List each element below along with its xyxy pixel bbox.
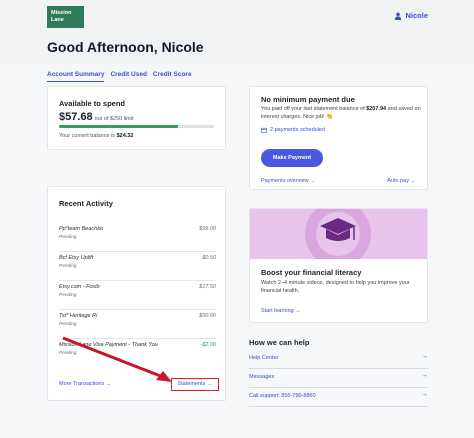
spend-amount-value: $57.68 xyxy=(59,111,93,123)
help-item-label: Messages xyxy=(249,374,275,380)
credit-usage-bar xyxy=(59,125,214,128)
arrow-right-icon: → xyxy=(206,381,213,387)
start-learning-link[interactable]: Start learning → xyxy=(261,308,301,314)
calendar-icon xyxy=(261,127,267,133)
mission-lane-logo[interactable]: Mission Lane xyxy=(47,6,84,28)
statements-label: Statements xyxy=(177,381,206,387)
payments-scheduled-link[interactable]: 2 payments scheduled xyxy=(261,127,325,133)
transaction-status: Pending xyxy=(59,235,77,240)
recent-activity-title: Recent Activity xyxy=(59,199,113,208)
literacy-title: Boost your financial literacy xyxy=(261,268,362,277)
arrow-right-icon: → xyxy=(310,178,316,184)
graduation-cap-icon xyxy=(305,209,371,259)
arrow-right-icon: → xyxy=(410,178,417,184)
credit-usage-bar-fill xyxy=(59,125,179,128)
tab-credit-used[interactable]: Credit Used xyxy=(110,71,146,82)
arrow-right-icon: → xyxy=(421,353,428,360)
payment-title: No minimum payment due xyxy=(261,95,355,104)
transaction-amount: $50.00 xyxy=(199,313,216,319)
literacy-banner xyxy=(250,209,427,259)
user-menu[interactable]: Nicole xyxy=(394,11,428,20)
help-section-title: How we can help xyxy=(249,338,310,347)
annotation-arrow xyxy=(62,336,172,382)
transaction-name: Etsy.com - Foxib xyxy=(59,284,100,290)
user-name: Nicole xyxy=(405,11,428,20)
auto-pay-label: Auto pay xyxy=(387,178,409,184)
transaction-name: Pp*team Beachbo xyxy=(59,226,104,232)
transaction-amount: $0.50 xyxy=(202,255,216,261)
payment-desc-prefix: You paid off your last statement balance… xyxy=(261,106,365,112)
transaction-row[interactable]: Etsy.com - Foxib Pending $17.50 xyxy=(59,281,216,310)
financial-literacy-card: Boost your financial literacy Watch 2–4 … xyxy=(249,208,428,323)
transaction-status: Pending xyxy=(59,293,77,298)
spend-title: Available to spend xyxy=(59,99,125,108)
balance-label: Your current balance is xyxy=(59,133,116,139)
help-item-label: Call support: 855-790-8860 xyxy=(249,393,316,399)
arrow-right-icon: → xyxy=(421,372,428,379)
payments-scheduled-label: 2 payments scheduled xyxy=(270,127,326,133)
payments-overview-label: Payments overview xyxy=(261,178,309,184)
messages-link[interactable]: Messages → xyxy=(249,370,428,388)
spend-limit-text: out of $250 limit xyxy=(94,116,134,122)
tab-account-summary[interactable]: Account Summary xyxy=(47,71,105,82)
transaction-name: Bcf Etsy Uplift xyxy=(59,255,94,261)
transaction-status: Pending xyxy=(59,322,77,327)
transaction-amount: -$2.00 xyxy=(200,342,216,348)
transaction-row[interactable]: Pp*team Beachbo Pending $99.00 xyxy=(59,223,216,252)
payments-overview-link[interactable]: Payments overview → xyxy=(261,178,316,184)
help-center-link[interactable]: Help Center → xyxy=(249,351,428,369)
current-balance: Your current balance is $24.32 xyxy=(59,133,133,139)
payment-card: No minimum payment due You paid off your… xyxy=(249,86,428,190)
literacy-description: Watch 2–4 minute videos, designed to hel… xyxy=(261,280,410,294)
call-support-link[interactable]: Call support: 855-790-8860 → xyxy=(249,389,428,407)
arrow-right-icon: → xyxy=(295,308,301,314)
transaction-name: Tst* Heritage Ri xyxy=(59,313,98,319)
account-tabs: Account Summary Credit Used Credit Score xyxy=(47,71,192,82)
auto-pay-link[interactable]: Auto pay → xyxy=(387,178,416,184)
start-learning-label: Start learning xyxy=(261,308,294,314)
arrow-right-icon: → xyxy=(421,391,428,398)
make-payment-button[interactable]: Make Payment xyxy=(261,149,323,167)
page-title: Good Afternoon, Nicole xyxy=(47,39,204,55)
tab-credit-score[interactable]: Credit Score xyxy=(153,71,192,82)
transaction-status: Pending xyxy=(59,264,77,269)
transaction-amount: $99.00 xyxy=(199,226,216,232)
payment-description: You paid off your last statement balance… xyxy=(261,105,421,121)
transaction-row[interactable]: Bcf Etsy Uplift Pending $0.50 xyxy=(59,252,216,281)
payment-desc-amount: $207.94 xyxy=(366,106,387,112)
help-item-label: Help Center xyxy=(249,355,279,361)
spend-amount: $57.68 out of $250 limit xyxy=(59,111,133,123)
user-icon xyxy=(395,12,402,20)
available-to-spend-card: Available to spend $57.68 out of $250 lim… xyxy=(47,86,226,150)
transaction-amount: $17.50 xyxy=(199,284,216,290)
balance-value: $24.32 xyxy=(116,133,134,139)
